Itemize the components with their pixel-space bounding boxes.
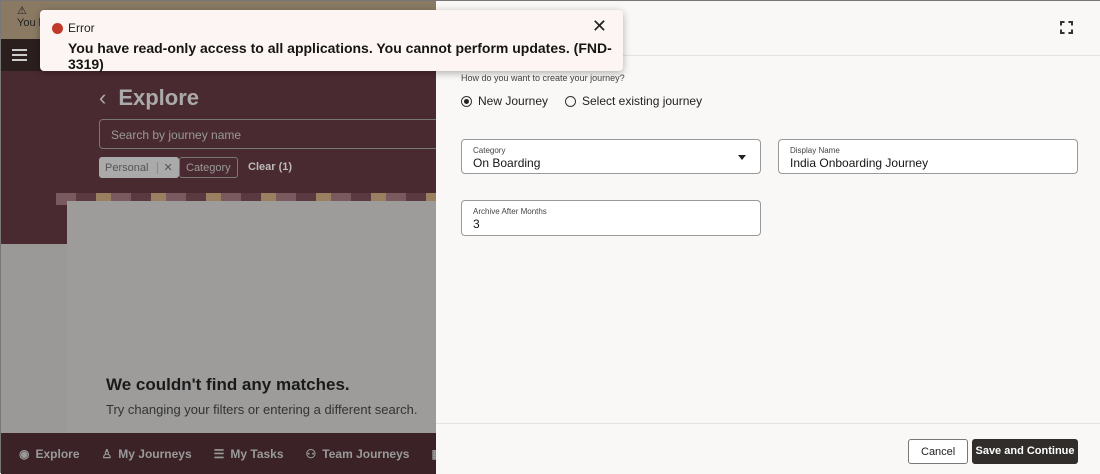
field-label: Display Name [790,146,840,155]
decorative-panel [1,244,67,433]
fullscreen-icon[interactable] [1060,21,1073,34]
field-value: 3 [473,217,480,231]
chip-label: Personal [105,162,149,174]
error-icon [52,23,63,34]
display-name-field[interactable]: Display Name India Onboarding Journey [778,139,1078,174]
remove-icon[interactable]: ✕ [157,162,173,174]
radio-unchecked-icon [565,95,576,107]
task-list-icon: ☰ [213,446,225,461]
error-toast: Error You have read-only access to all a… [40,10,623,72]
empty-title: We couldn't find any matches. [106,375,350,394]
bottom-nav: ◉ Explore ♙ My Journeys ☰ My Tasks ⚇ Team Jo… [1,433,436,474]
cancel-button[interactable]: Cancel [908,439,969,464]
category-select[interactable]: Category On Boarding [461,139,761,174]
back-icon[interactable]: ‹ [99,85,106,110]
nav-my-journeys[interactable]: ♙ My Journeys [102,447,192,461]
creation-question: How do you want to create your journey? [461,73,625,83]
eye-icon: ◉ [19,446,30,461]
nav-explore[interactable]: ◉ Explore [19,447,80,461]
empty-subtitle: Try changing your filters or entering a … [106,402,418,417]
nav-my-tasks[interactable]: ☰ My Tasks [214,447,284,461]
nav-team-journeys[interactable]: ⚇ Team Journeys [306,447,410,461]
chevron-down-icon[interactable] [738,155,746,160]
nav-label: Explore [35,446,80,461]
error-message: You have read-only access to all applica… [68,40,612,72]
field-label: Category [473,146,506,155]
search-input[interactable]: Search by journey name [99,119,436,149]
save-continue-button[interactable]: Save and Continue [972,439,1078,464]
field-value: India Onboarding Journey [790,156,929,170]
nav-label: My Tasks [230,446,284,461]
person-icon: ♙ [101,446,113,461]
clear-filters-link[interactable]: Clear (1) [242,157,298,178]
archive-months-field[interactable]: Archive After Months 3 [461,200,761,236]
radio-label: Select existing journey [582,94,703,108]
close-icon[interactable]: ✕ [592,16,607,37]
results-card [67,201,436,433]
filter-chip-category[interactable]: Category [179,157,238,178]
radio-label: New Journey [478,94,549,108]
field-label: Archive After Months [473,207,547,216]
title-text: Explore [118,85,200,110]
radio-checked-icon [461,95,472,107]
nav-label: My Journeys [118,446,192,461]
filter-chip-personal[interactable]: Personal ✕ [99,157,179,178]
page-title: ‹ Explore [99,85,199,111]
nav-label: Team Journeys [322,446,410,461]
radio-new-journey[interactable]: New Journey [461,94,548,108]
field-value: On Boarding [473,156,541,170]
org-chart-icon: ⚇ [305,446,317,461]
panel-footer: Cancel Save and Continue [436,423,1100,474]
menu-icon[interactable] [12,49,27,61]
error-title: Error [68,21,95,35]
radio-existing-journey[interactable]: Select existing journey [565,94,702,108]
